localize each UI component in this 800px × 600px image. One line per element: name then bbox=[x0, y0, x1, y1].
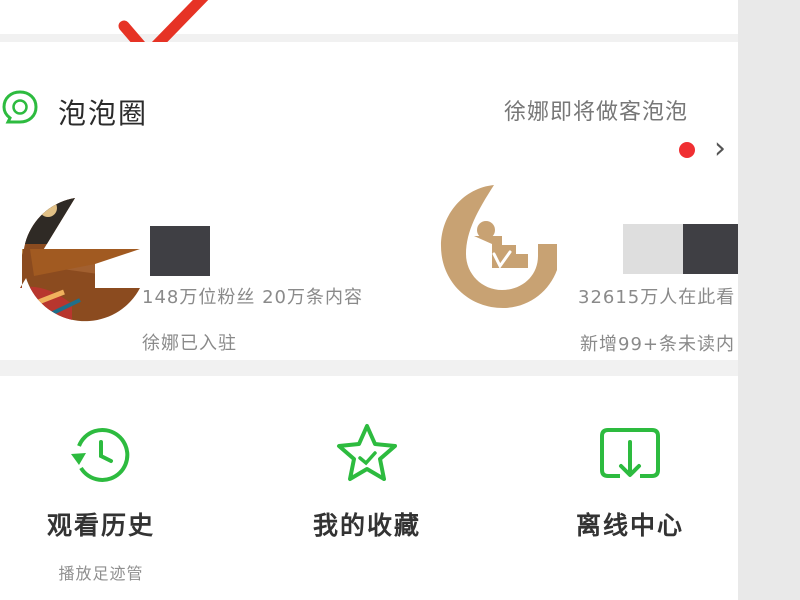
side-gutter bbox=[738, 0, 800, 600]
unread-dot bbox=[679, 142, 695, 158]
history-clock-icon bbox=[71, 428, 130, 482]
unread-count: 新增99+条未读内 bbox=[580, 334, 735, 355]
section-title: 泡泡圈 bbox=[58, 97, 149, 130]
history-label: 观看历史 bbox=[46, 511, 155, 540]
joined-status: 徐娜已入驻 bbox=[142, 333, 237, 354]
favorite-star-icon bbox=[337, 424, 397, 481]
chevron-right-icon[interactable]: › bbox=[714, 134, 726, 164]
guest-announcement-link[interactable]: 徐娜即将做客泡泡 bbox=[504, 94, 688, 126]
redacted-block bbox=[683, 224, 738, 274]
bubble-feed-item[interactable]: 32615万人在此看 新增99+条未读内 bbox=[430, 180, 738, 356]
offline-center-button[interactable]: 离线中心 bbox=[535, 418, 725, 542]
redacted-block bbox=[150, 226, 210, 276]
avatar[interactable] bbox=[436, 184, 564, 310]
bubble-feed-item[interactable]: 148万位粉丝 20万条内容 徐娜已入驻 bbox=[0, 192, 410, 354]
download-icon bbox=[600, 428, 660, 478]
avatar[interactable] bbox=[0, 192, 140, 332]
favorites-label: 我的收藏 bbox=[312, 511, 421, 540]
history-button[interactable]: 观看历史 播放足迹管 bbox=[6, 418, 196, 584]
bubble-chat-icon bbox=[2, 90, 38, 124]
history-caption: 播放足迹管 bbox=[58, 564, 144, 583]
offline-center-label: 离线中心 bbox=[575, 511, 684, 540]
tools-card: 观看历史 播放足迹管 我的收藏 离线中心 bbox=[0, 376, 738, 600]
bubble-circle-card[interactable]: 泡泡圈 徐娜即将做客泡泡 › 148万位粉丝 20万条内容 徐娜已入驻 3261… bbox=[0, 42, 738, 360]
follower-stats: 148万位粉丝 20万条内容 bbox=[142, 287, 363, 308]
viewer-stats: 32615万人在此看 bbox=[578, 287, 736, 308]
favorites-button[interactable]: 我的收藏 bbox=[272, 418, 462, 542]
app-screen: 泡泡圈 徐娜即将做客泡泡 › 148万位粉丝 20万条内容 徐娜已入驻 3261… bbox=[0, 0, 738, 600]
redacted-block bbox=[623, 224, 683, 274]
